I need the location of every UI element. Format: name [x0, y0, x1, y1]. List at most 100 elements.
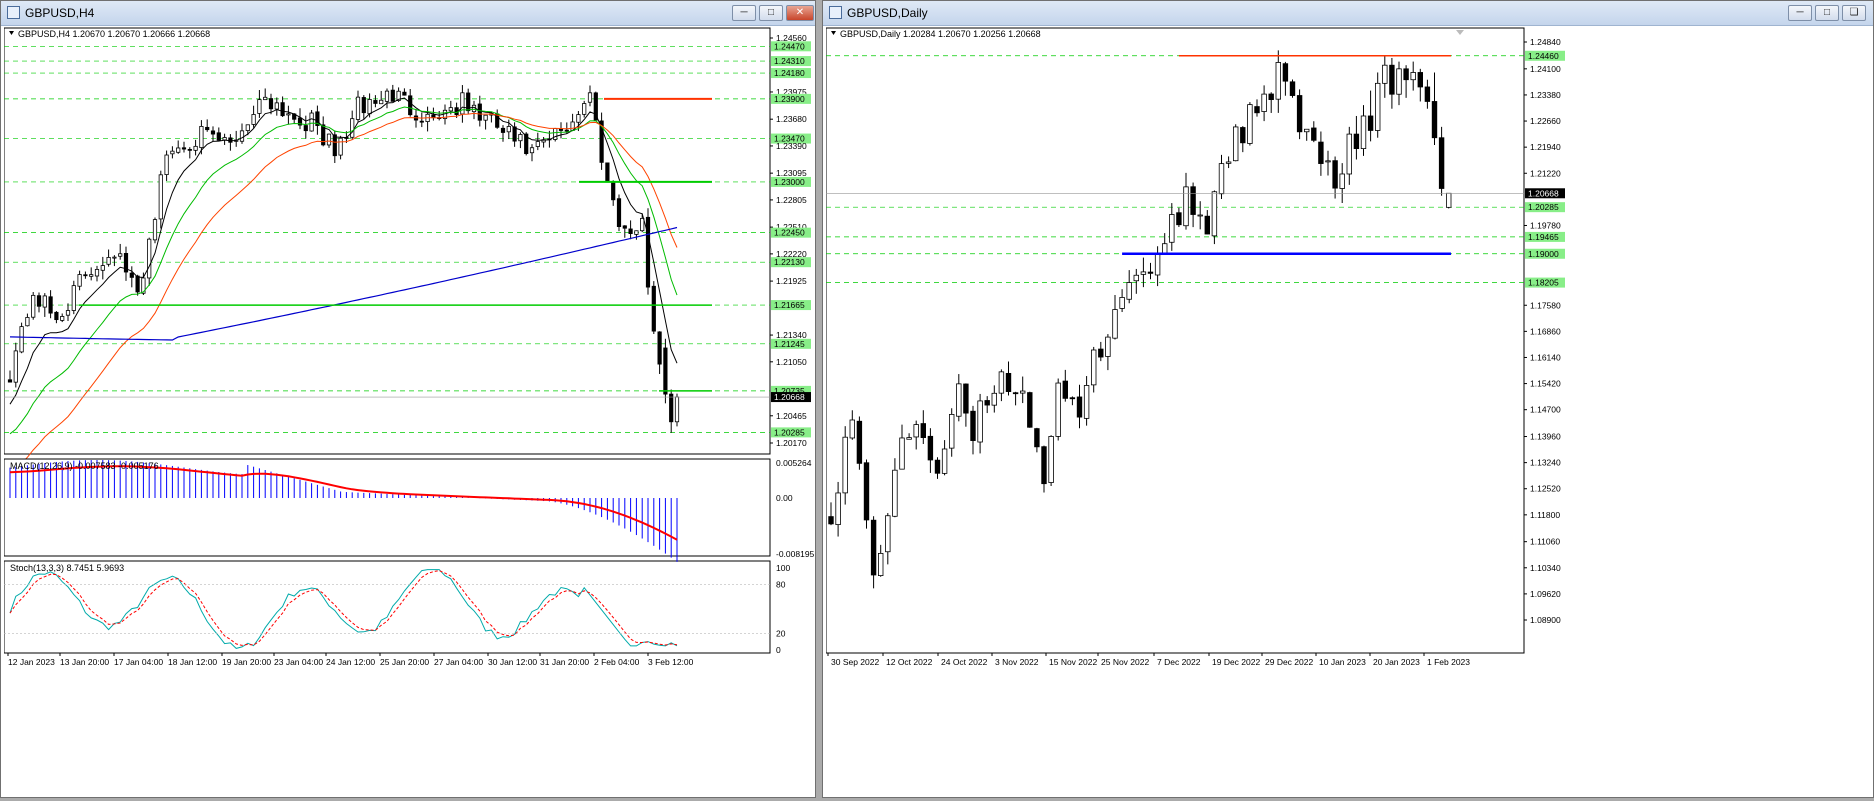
candle-body [1161, 243, 1168, 254]
restore-button[interactable]: ❏ [1842, 5, 1866, 21]
time-axis-label: 19 Dec 2022 [1212, 657, 1260, 667]
candle-body [1098, 348, 1104, 358]
daily-chart-window[interactable]: GBPUSD,Daily ─ □ ❏ GBPUSD,Daily 1.20284 … [822, 0, 1874, 798]
candle-body [268, 98, 274, 110]
daily-title-bar[interactable]: GBPUSD,Daily ─ □ ❏ [823, 1, 1873, 26]
candle-body [118, 253, 123, 257]
candle-body [1353, 133, 1360, 150]
candle-body [991, 392, 997, 406]
time-axis-label: 25 Jan 20:00 [380, 657, 429, 667]
candle-body [1289, 81, 1296, 96]
candle-body [1034, 428, 1040, 448]
time-axis-label: 1 Feb 2023 [1427, 657, 1470, 667]
price-axis-label: 1.23390 [776, 141, 807, 151]
candle-body [77, 274, 82, 287]
candle-body [878, 552, 884, 576]
candle-body [1090, 349, 1097, 386]
current-price-label: 1.20668 [1528, 188, 1559, 198]
candle-body [60, 316, 65, 321]
candle-body [1296, 95, 1303, 133]
close-button[interactable]: ✕ [786, 5, 814, 21]
level-price-label: 1.19000 [1528, 249, 1559, 259]
price-axis-label: 1.20465 [776, 411, 807, 421]
candle-body [384, 90, 390, 102]
candle-body [628, 228, 633, 234]
price-axis-label: 1.17580 [1530, 300, 1561, 310]
macd-axis-label: -0.008195 [776, 549, 814, 559]
macd-axis-label: 0.005264 [776, 458, 812, 468]
macd-axis-label: 0.00 [776, 493, 793, 503]
candle-body [355, 96, 361, 120]
daily-chart-area[interactable]: GBPUSD,Daily 1.20284 1.20670 1.20256 1.2… [825, 26, 1872, 796]
candle-body [1275, 62, 1281, 100]
daily-pane-frame [825, 27, 1525, 654]
candle-body [1119, 297, 1125, 309]
maximize-button[interactable]: □ [759, 5, 783, 21]
level-price-label: 1.24470 [774, 41, 805, 51]
h4-window-title: GBPUSD,H4 [25, 6, 95, 20]
price-axis-label: 1.16860 [1530, 326, 1561, 336]
candle-body [402, 91, 407, 96]
time-axis-label: 30 Jan 12:00 [488, 657, 537, 667]
candle-body [187, 148, 192, 151]
candle-body [1375, 82, 1381, 131]
price-axis-label: 1.12520 [1530, 484, 1561, 494]
macd-indicator-label: MACD(12,26,9) -0.007583 -0.005176 [10, 461, 159, 471]
maximize-button[interactable]: □ [1815, 5, 1839, 21]
candle-body [7, 379, 13, 383]
candle-body [94, 269, 100, 277]
candle-body [512, 126, 517, 142]
candle-body [332, 134, 337, 157]
price-axis-label: 1.15420 [1530, 379, 1561, 389]
candle-body [431, 114, 436, 119]
candle-body [558, 128, 564, 131]
candle-body [1417, 72, 1423, 88]
candle-body [856, 420, 863, 464]
h4-chart-window[interactable]: GBPUSD,H4 ─ □ ✕ GBPUSD,H4 1.20670 1.2067… [0, 0, 816, 798]
candle-body [71, 285, 76, 311]
candle-body [622, 225, 627, 229]
candle-body [361, 97, 366, 114]
time-axis-label: 13 Jan 20:00 [60, 657, 109, 667]
stoch-axis-label: 80 [776, 579, 786, 589]
candle-body [529, 147, 535, 154]
h4-title-bar[interactable]: GBPUSD,H4 ─ □ ✕ [1, 1, 815, 26]
minimize-button[interactable]: ─ [1788, 5, 1812, 21]
candle-body [984, 400, 990, 406]
candle-body [1055, 382, 1061, 437]
candle-body [1005, 372, 1012, 392]
h4-chart-area[interactable]: GBPUSD,H4 1.20670 1.20670 1.20666 1.2066… [3, 26, 815, 796]
daily-chart-canvas[interactable]: GBPUSD,Daily 1.20284 1.20670 1.20256 1.2… [825, 26, 1872, 796]
candle-body [106, 257, 111, 265]
candle-body [419, 120, 424, 123]
candle-body [326, 133, 332, 146]
candle-body [147, 238, 152, 279]
candle-body [1261, 93, 1267, 112]
candle-body [170, 150, 175, 155]
stoch-pane-frame [3, 560, 771, 654]
h4-chart-canvas[interactable]: GBPUSD,H4 1.20670 1.20670 1.20666 1.2066… [3, 26, 815, 796]
candle-body [640, 217, 645, 232]
price-axis-label: 1.20170 [776, 438, 807, 448]
price-axis-label: 1.24100 [1530, 64, 1561, 74]
stoch-axis-label: 20 [776, 629, 786, 639]
candle-body [1410, 72, 1416, 81]
minimize-button[interactable]: ─ [732, 5, 756, 21]
level-price-label: 1.19465 [1528, 232, 1559, 242]
candle-body [19, 326, 24, 353]
candle-body [48, 296, 53, 314]
candle-body [158, 174, 163, 220]
candle-body [181, 147, 187, 150]
candle-body [1396, 68, 1402, 95]
candle-body [1154, 253, 1161, 276]
time-axis-label: 7 Dec 2022 [1157, 657, 1201, 667]
candle-body [42, 295, 47, 308]
price-axis-label: 1.11800 [1530, 510, 1560, 520]
price-axis-label: 1.13240 [1530, 458, 1561, 468]
candle-body [112, 256, 117, 259]
candle-body [176, 147, 181, 153]
candle-body [582, 103, 587, 115]
candle-body [1197, 214, 1203, 217]
candle-body [199, 126, 204, 148]
candle-body [1076, 396, 1083, 418]
